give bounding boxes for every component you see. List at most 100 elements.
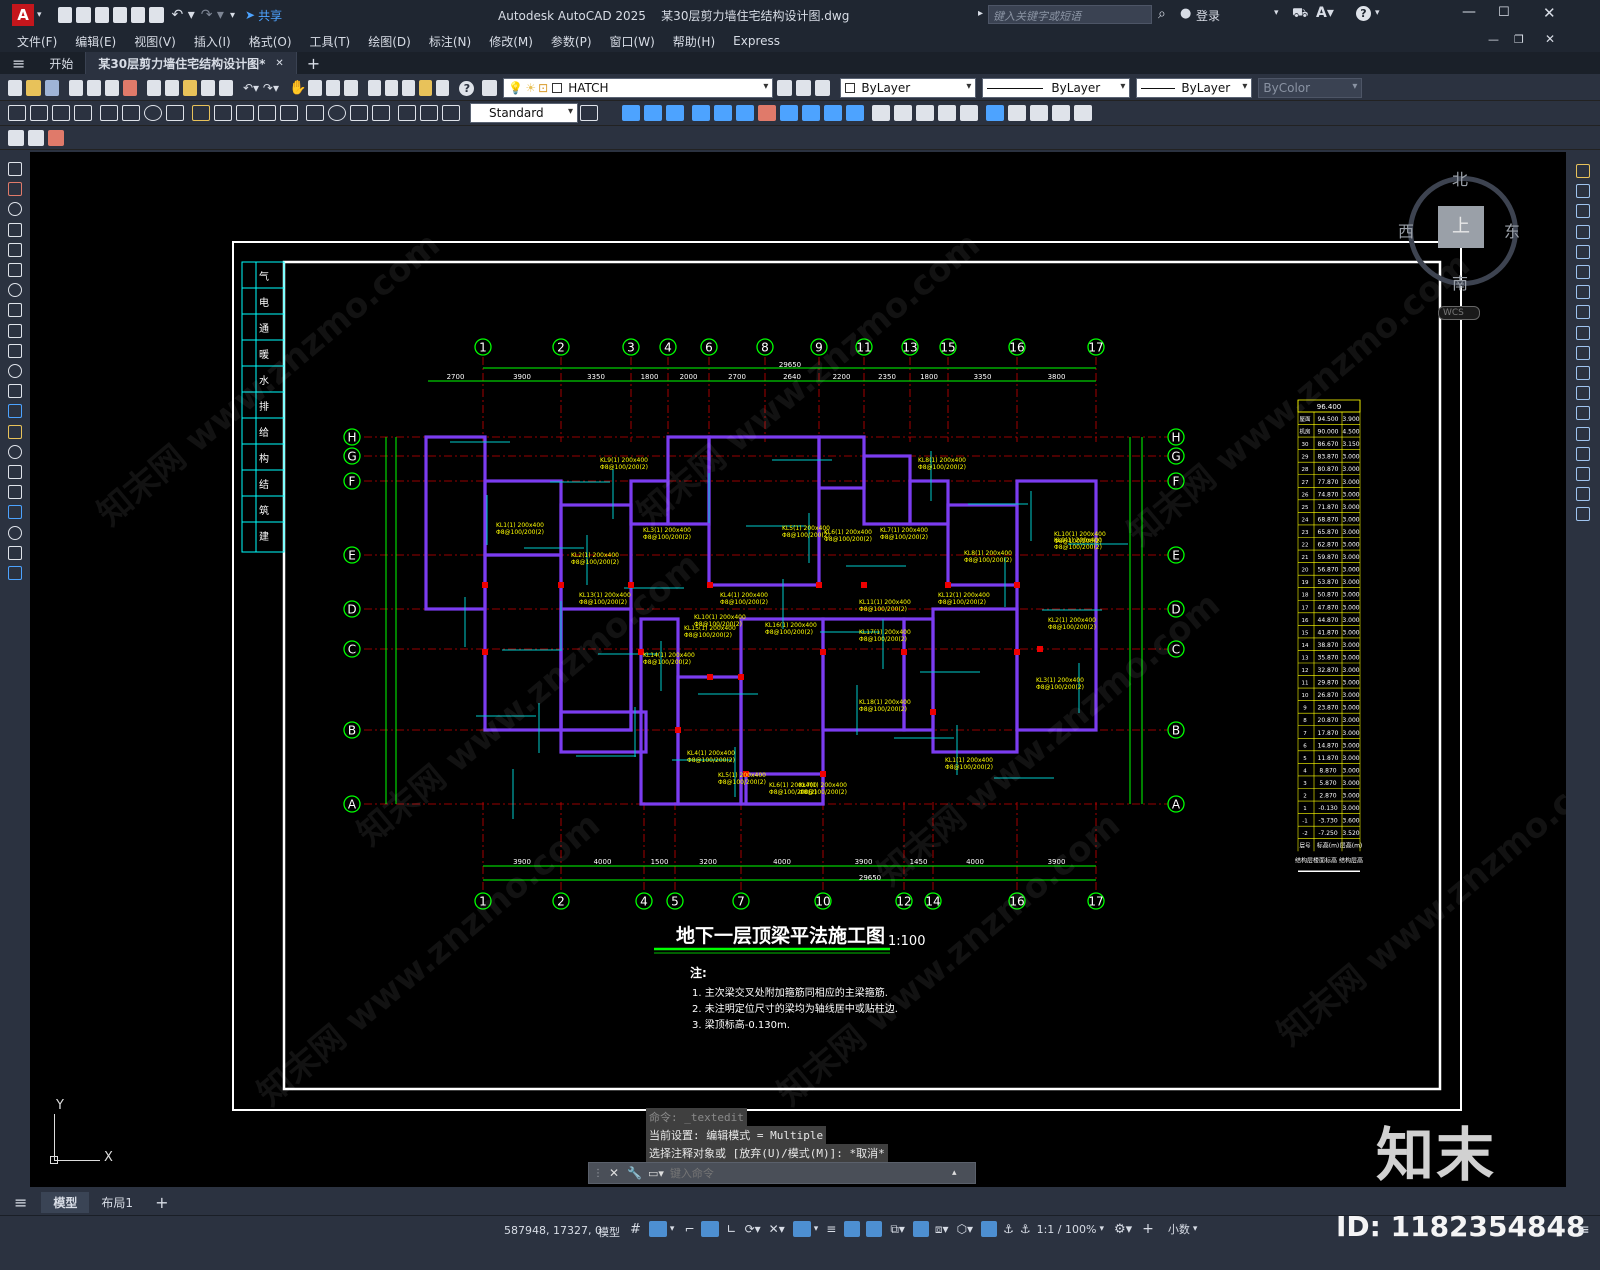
design-center-icon[interactable] [385, 80, 399, 96]
explode-icon[interactable] [986, 105, 1004, 121]
search-icon[interactable]: ⌕ [1158, 6, 1166, 22]
maximize-icon[interactable]: ☐ [1498, 5, 1510, 20]
zoom-realtime-icon[interactable] [308, 80, 323, 96]
draw-tool-2-icon[interactable] [8, 202, 22, 217]
viewcube[interactable]: 上 北 南 西 东 WCS [1396, 162, 1546, 322]
tolerance-icon[interactable] [306, 105, 324, 121]
modify-tool-3-icon[interactable] [1576, 224, 1590, 239]
draw-tool-4-icon[interactable] [8, 242, 22, 257]
modify-tool-8-icon[interactable] [1576, 325, 1590, 340]
radius-dim-icon[interactable] [100, 105, 118, 121]
tab-close-icon[interactable]: ✕ [275, 58, 283, 69]
grid-icon[interactable]: # [630, 1222, 641, 1237]
rotate-icon[interactable] [758, 105, 776, 121]
customize-qat-icon[interactable]: ▾ [230, 10, 235, 21]
paste-icon[interactable] [183, 80, 197, 96]
new-file-icon[interactable] [57, 7, 72, 23]
qnew-icon[interactable] [8, 80, 22, 96]
diameter-dim-icon[interactable] [144, 105, 162, 121]
add-layout-icon[interactable]: + [145, 1193, 178, 1212]
save-tb-icon[interactable] [45, 80, 59, 96]
search-arrow-icon[interactable]: ▸ [978, 8, 983, 19]
command-input[interactable] [669, 1166, 950, 1180]
layer-state-icon[interactable] [815, 80, 831, 96]
customize-status-icon[interactable]: ≡ [1578, 1222, 1590, 1238]
modify-tool-11-icon[interactable] [1576, 386, 1590, 401]
3d-osnap-icon[interactable]: ⧉▾ [890, 1222, 905, 1237]
dynamic-input-icon[interactable] [700, 1221, 719, 1237]
extend-icon[interactable] [846, 105, 864, 121]
modify-tool-9-icon[interactable] [1576, 345, 1590, 360]
viewcube-top-face[interactable]: 上 [1438, 206, 1484, 248]
compass-south[interactable]: 南 [1452, 270, 1468, 294]
redo-icon[interactable]: ↷ ▾ [201, 7, 224, 23]
baseline-dim-icon[interactable] [214, 105, 232, 121]
menu-item-6[interactable]: 绘图(D) [359, 33, 420, 50]
dynamic-ucs-icon[interactable] [912, 1221, 929, 1237]
units-dropdown-icon[interactable]: ▾ [1193, 1224, 1198, 1234]
dim-update-icon[interactable] [442, 105, 460, 121]
draw-tool-5-icon[interactable] [8, 263, 22, 277]
menu-item-5[interactable]: 工具(T) [301, 33, 360, 50]
calculator-icon[interactable] [436, 80, 450, 96]
zoom-previous-icon[interactable] [344, 80, 359, 96]
match-prop-icon[interactable] [201, 80, 215, 96]
workspace-icon[interactable]: ⚙▾ [1114, 1222, 1132, 1237]
draw-tool-11-icon[interactable] [8, 384, 22, 399]
scale-icon[interactable] [780, 105, 798, 121]
offset-icon[interactable] [692, 105, 710, 121]
annotation-scale-value[interactable]: 1:1 / 100% [1037, 1223, 1097, 1236]
units-value[interactable]: 小数 [1168, 1221, 1190, 1237]
modify-tool-15-icon[interactable] [1576, 467, 1590, 481]
tab-drawing[interactable]: 某30层剪力墙住宅结构设计图* ✕ [86, 52, 297, 74]
inspect-icon[interactable] [350, 105, 368, 121]
compass-west[interactable]: 西 [1398, 218, 1414, 242]
help-tb-icon[interactable]: ? [459, 80, 475, 96]
isodraft-icon[interactable]: ✕▾ [769, 1222, 785, 1236]
aligned-dim-icon[interactable] [30, 105, 48, 121]
3dprint-icon[interactable] [123, 80, 137, 96]
copy-obj-icon[interactable] [644, 105, 662, 121]
draw-tool-19-icon[interactable] [8, 545, 22, 560]
modify-tool-17-icon[interactable] [1576, 507, 1590, 522]
app-logo[interactable]: A [12, 4, 34, 26]
menu-item-3[interactable]: 插入(I) [185, 33, 240, 50]
center-mark-icon[interactable] [328, 105, 346, 121]
help-dropdown-icon[interactable]: ▾ [1375, 8, 1380, 18]
edit-array-icon[interactable] [1074, 105, 1092, 121]
multileader-icon[interactable] [48, 129, 64, 146]
open-file-icon[interactable] [75, 7, 91, 23]
layer-previous-icon[interactable] [796, 80, 812, 96]
annotation-visibility-icon[interactable] [981, 1221, 998, 1237]
dimstyle-dropdown[interactable]: Standard ▾ [470, 103, 578, 123]
menu-item-7[interactable]: 标注(N) [420, 33, 480, 50]
lineweight-dropdown[interactable]: ByLayer ▾ [1136, 78, 1253, 98]
draw-tool-12-icon[interactable] [8, 404, 22, 419]
pan-icon[interactable]: ✋ [289, 80, 306, 96]
open-icon[interactable] [26, 80, 41, 96]
help-icon[interactable]: ? [1356, 6, 1371, 21]
stretch-icon[interactable] [802, 105, 820, 121]
plot-tb-icon[interactable] [69, 80, 83, 96]
modify-tool-10-icon[interactable] [1576, 366, 1590, 380]
autodesk-app-icon[interactable]: A▾ [1316, 5, 1334, 21]
login-button[interactable]: 登录 [1196, 7, 1220, 24]
annotation-scale-icon[interactable]: ⚓ [1020, 1222, 1031, 1236]
print-icon[interactable] [148, 7, 164, 23]
share-button[interactable]: 共享 [258, 7, 282, 24]
publish-icon[interactable] [105, 80, 119, 96]
draw-tool-0-icon[interactable] [8, 162, 22, 176]
snap-dropdown-icon[interactable]: ▾ [670, 1224, 675, 1234]
draw-tool-3-icon[interactable] [8, 222, 22, 237]
login-dropdown-icon[interactable]: ▾ [1274, 8, 1279, 18]
array-icon[interactable] [714, 105, 732, 121]
transparency-icon[interactable] [844, 1221, 861, 1237]
modify-tool-2-icon[interactable] [1576, 204, 1590, 219]
modify-tool-16-icon[interactable] [1576, 487, 1590, 502]
undo-icon[interactable]: ↶ ▾ [172, 7, 195, 23]
doc-close-icon[interactable]: ✕ [1545, 32, 1555, 46]
table-style-icon[interactable] [28, 129, 44, 146]
mirror-icon[interactable] [666, 105, 684, 121]
move-icon[interactable] [736, 105, 754, 121]
fillet-icon[interactable] [938, 105, 956, 121]
